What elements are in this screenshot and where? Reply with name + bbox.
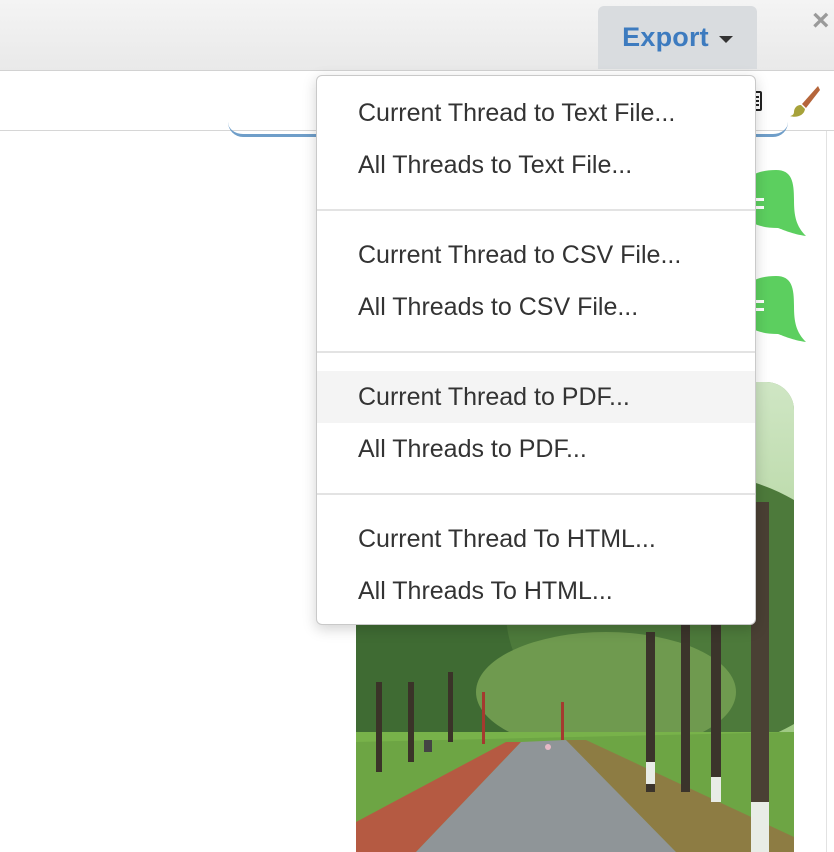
menu-item-all-threads-html[interactable]: All Threads To HTML...	[317, 565, 755, 617]
menu-group-pdf: Current Thread to PDF... All Threads to …	[317, 371, 755, 475]
menu-item-current-thread-text[interactable]: Current Thread to Text File...	[317, 87, 755, 139]
menu-item-current-thread-csv[interactable]: Current Thread to CSV File...	[317, 229, 755, 281]
menu-group-html: Current Thread To HTML... All Threads To…	[317, 513, 755, 617]
export-button[interactable]: Export	[598, 6, 757, 69]
export-dropdown-menu: Current Thread to Text File... All Threa…	[316, 75, 756, 625]
menu-divider	[317, 351, 755, 353]
menu-group-csv: Current Thread to CSV File... All Thread…	[317, 229, 755, 333]
menu-group-text: Current Thread to Text File... All Threa…	[317, 87, 755, 191]
menu-item-all-threads-pdf[interactable]: All Threads to PDF...	[317, 423, 755, 475]
close-icon[interactable]: ×	[812, 6, 834, 36]
brush-icon[interactable]	[788, 84, 822, 118]
menu-item-current-thread-pdf[interactable]: Current Thread to PDF...	[317, 371, 755, 423]
menu-item-all-threads-csv[interactable]: All Threads to CSV File...	[317, 281, 755, 333]
menu-divider	[317, 209, 755, 211]
menu-item-current-thread-html[interactable]: Current Thread To HTML...	[317, 513, 755, 565]
menu-divider	[317, 493, 755, 495]
export-button-label: Export	[622, 22, 709, 52]
menu-item-all-threads-text[interactable]: All Threads to Text File...	[317, 139, 755, 191]
chevron-down-icon	[718, 36, 733, 43]
scroll-gutter[interactable]	[826, 131, 834, 852]
